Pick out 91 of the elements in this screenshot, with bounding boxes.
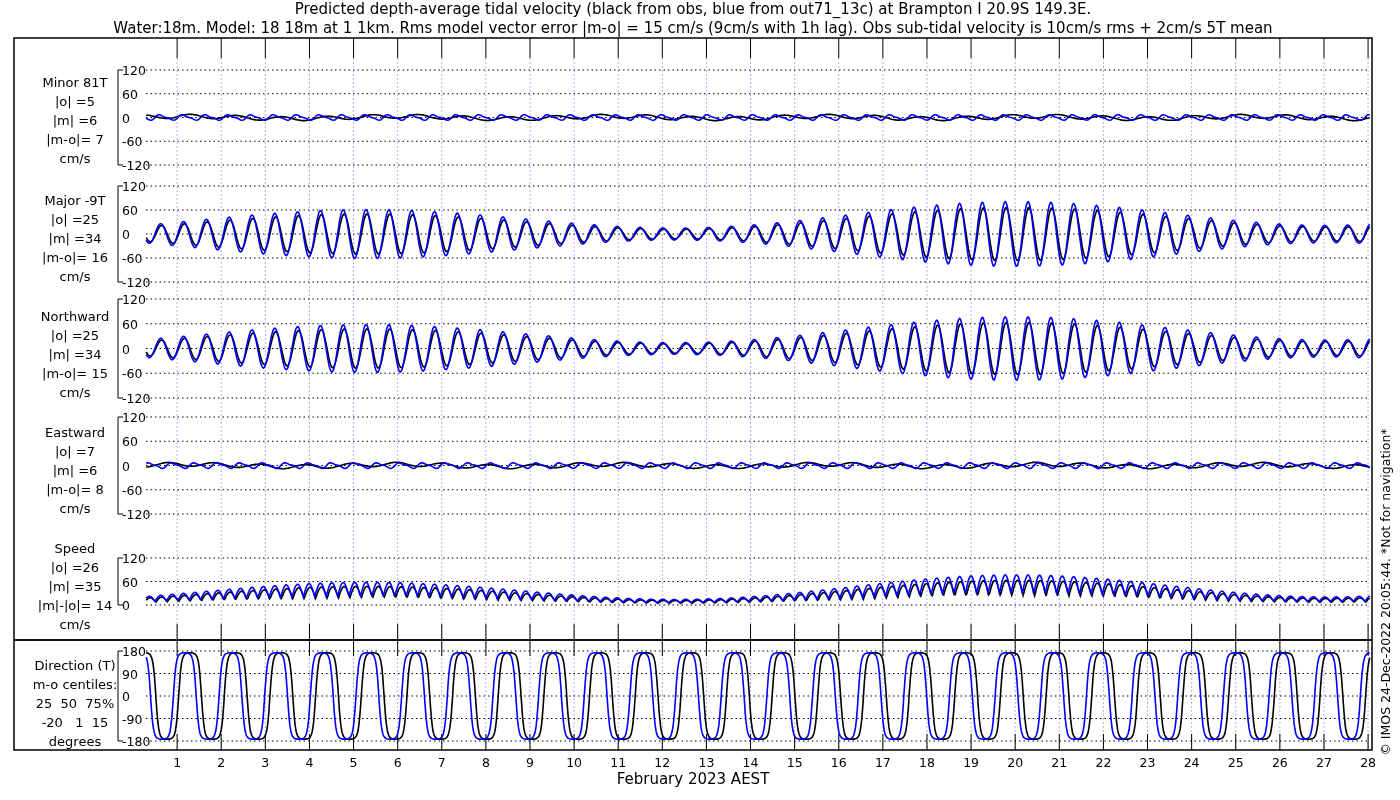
panel-label: cm/s xyxy=(59,385,91,400)
axis-tick-label: 0 xyxy=(122,598,130,613)
axis-tick-label: -90 xyxy=(122,711,143,727)
x-axis-label: February 2023 AEST xyxy=(616,770,770,788)
panel-label: m-o centiles: xyxy=(32,677,118,692)
axis-tick-label: 0 xyxy=(122,689,130,704)
axis-tick-label: 10 xyxy=(566,755,583,770)
panel-label: |o| =26 xyxy=(50,560,100,575)
panel-label: |m|-|o|= 14 xyxy=(37,598,113,613)
axis-tick-label: 0 xyxy=(122,110,130,126)
axis-tick-label: 120 xyxy=(122,410,146,425)
panel-label: |o| =5 xyxy=(55,94,95,109)
axis-tick-label: 4 xyxy=(305,755,314,770)
axis-tick-label: 20 xyxy=(1007,755,1024,770)
axis-tick-label: 0 xyxy=(122,227,130,242)
axis-tick-label: 9 xyxy=(526,755,534,770)
axis-tick-label: 22 xyxy=(1095,755,1112,770)
panel-label: |m-o|= 7 xyxy=(46,132,104,147)
panel-label: -20 1 15 xyxy=(41,715,109,730)
axis-tick-label: 60 xyxy=(122,434,138,450)
axis-tick-label: -60 xyxy=(122,366,143,382)
axis-tick-label: 23 xyxy=(1139,755,1156,770)
panel-label: |m-o|= 15 xyxy=(42,366,108,381)
panel-label: cm/s xyxy=(59,269,91,284)
panel-label: |m| =34 xyxy=(48,231,102,246)
axis-tick-label: 7 xyxy=(437,755,446,770)
panel-label: |m| =6 xyxy=(52,463,98,478)
panel-label: |m-o|= 8 xyxy=(46,482,104,497)
axis-tick-label: 13 xyxy=(698,755,715,770)
axis-tick-label: 21 xyxy=(1051,755,1068,770)
axis-tick-label: -120 xyxy=(122,275,151,290)
chart-title: Predicted depth-average tidal velocity (black from obs, blue from out71_13c) at Brampton I 20.9S 149.3E. xyxy=(294,0,1092,18)
axis-tick-label: 11 xyxy=(610,755,627,770)
axis-tick-label: 17 xyxy=(874,755,891,770)
axis-tick-label: 60 xyxy=(122,574,138,590)
axis-tick-label: 60 xyxy=(122,86,138,102)
axis-tick-label: -180 xyxy=(122,734,151,749)
panel-label: |o| =25 xyxy=(50,212,100,227)
axis-tick-label: -120 xyxy=(122,158,151,173)
axis-tick-label: -120 xyxy=(122,391,151,406)
axis-tick-label: 16 xyxy=(830,755,847,770)
axis-tick-label: 12 xyxy=(654,755,671,770)
panel-label: cm/s xyxy=(59,617,91,632)
panel-label: Eastward xyxy=(45,425,105,440)
axis-tick-label: 0 xyxy=(122,341,130,357)
panel-label: Minor 81T xyxy=(42,75,108,90)
axis-tick-label: 14 xyxy=(742,755,759,770)
axis-tick-label: 6 xyxy=(393,755,402,770)
axis-tick-label: 120 xyxy=(122,63,146,78)
panel-label: |o| =7 xyxy=(55,444,95,459)
axis-tick-label: 1 xyxy=(173,755,182,770)
panel-label: |m| =35 xyxy=(48,579,102,594)
axis-tick-label: 19 xyxy=(963,755,980,770)
axis-tick-label: 3 xyxy=(261,755,270,770)
chart-title: Water:18m. Model: 18 18m at 1 1km. Rms model vector error |m-o| = 15 cm/s (9cm/s with 1h lag). Obs sub-tidal velocity is 10cm/s rms + 2cm/s 5T mean xyxy=(113,19,1273,37)
panel-label: cm/s xyxy=(59,151,91,166)
axis-tick-label: 25 xyxy=(1227,755,1244,770)
axis-tick-label: 24 xyxy=(1183,755,1200,770)
axis-tick-label: -60 xyxy=(122,482,143,498)
axis-tick-label: 8 xyxy=(481,755,490,770)
credit-text: © IMOS 24-Dec-2022 20:05:44. *Not for navigation* xyxy=(1378,428,1393,756)
axis-tick-label: 0 xyxy=(122,458,130,474)
axis-tick-label: 18 xyxy=(919,755,935,770)
panel-label: |m-o|= 16 xyxy=(42,250,108,265)
axis-tick-label: -60 xyxy=(122,251,143,266)
panel-label: Major -9T xyxy=(44,193,106,208)
panel-label: 25 50 75% xyxy=(35,696,115,711)
panel-label: |o| =25 xyxy=(50,328,100,343)
axis-tick-label: 180 xyxy=(122,644,146,659)
panel-label: Northward xyxy=(40,309,110,324)
axis-tick-label: 90 xyxy=(122,666,138,682)
axis-tick-label: 26 xyxy=(1271,755,1288,770)
axis-tick-label: 120 xyxy=(122,179,146,194)
panel-label: Direction (T) xyxy=(34,658,116,673)
panel-label: cm/s xyxy=(59,501,91,516)
axis-tick-label: 60 xyxy=(122,203,138,218)
panel-label: degrees xyxy=(48,734,102,749)
panel-label: |m| =6 xyxy=(52,113,98,128)
panel-label: |m| =34 xyxy=(48,347,102,362)
axis-tick-label: -120 xyxy=(122,507,151,522)
axis-tick-label: 120 xyxy=(122,292,146,307)
axis-tick-label: -60 xyxy=(122,134,143,150)
panel-label: Speed xyxy=(54,541,96,556)
axis-tick-label: 60 xyxy=(122,316,138,332)
axis-tick-label: 15 xyxy=(786,755,803,770)
axis-tick-label: 28 xyxy=(1360,755,1377,770)
y-axis xyxy=(117,557,124,606)
axis-tick-label: 27 xyxy=(1316,755,1332,770)
axis-tick-label: 5 xyxy=(349,755,358,770)
axis-tick-label: 2 xyxy=(217,755,226,770)
axis-tick-label: 120 xyxy=(122,551,146,566)
